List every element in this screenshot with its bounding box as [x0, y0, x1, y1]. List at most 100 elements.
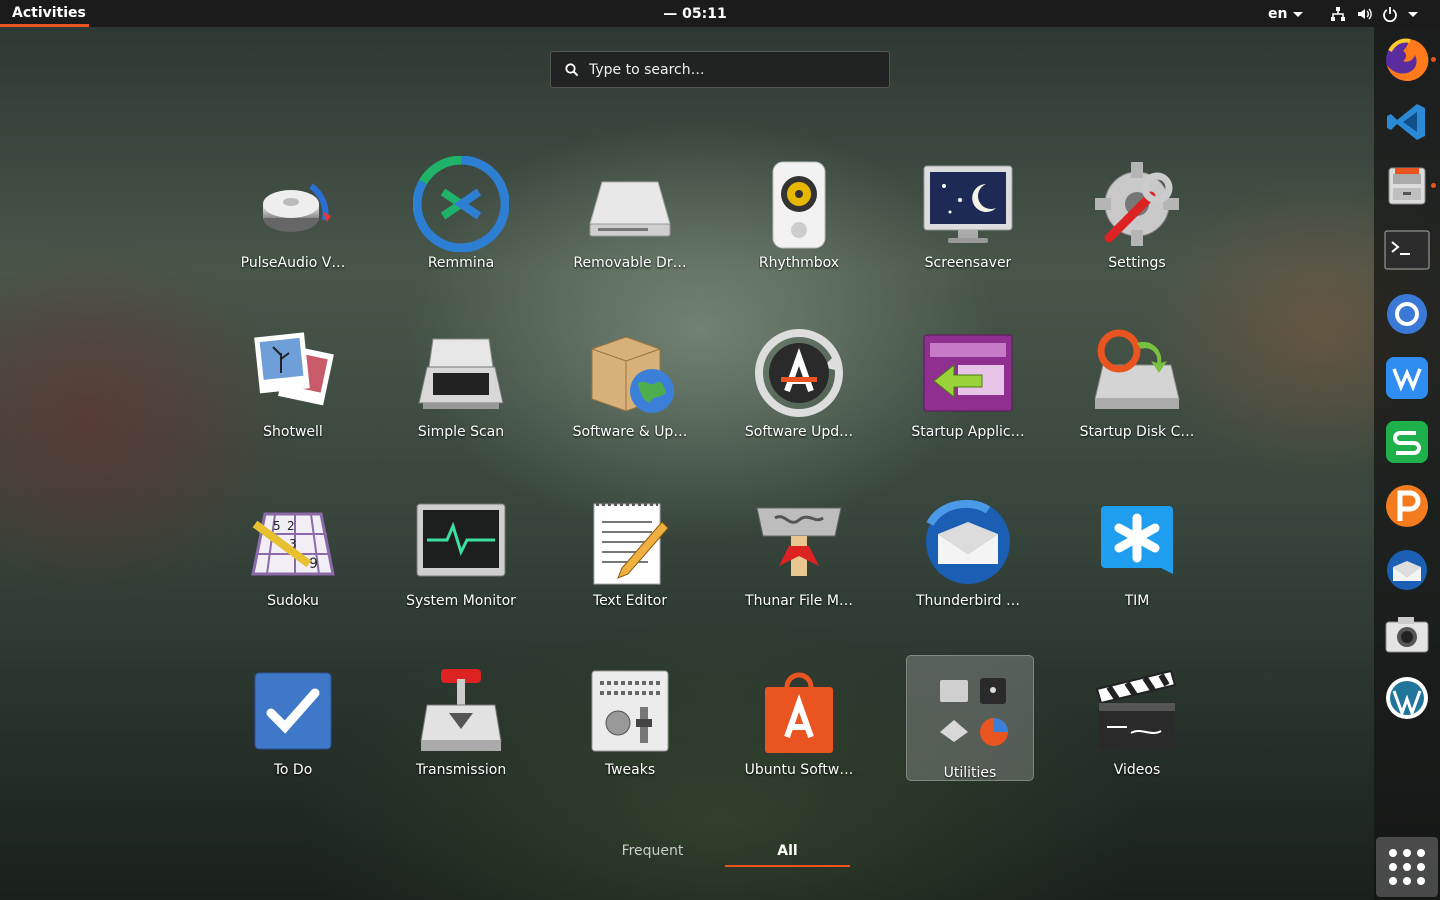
language-selector[interactable]: en [1268, 0, 1304, 27]
folder-icon [940, 678, 1008, 746]
app-software-updater[interactable]: Software Upd… [735, 315, 863, 441]
search-input[interactable] [589, 61, 859, 78]
app-label: Sudoku [267, 593, 319, 609]
startup-disk-icon [1094, 329, 1180, 409]
dock-item-chromium[interactable] [1382, 289, 1432, 339]
speaker-icon [772, 161, 826, 249]
app-label: To Do [273, 762, 313, 778]
terminal-icon [1384, 230, 1430, 270]
chevron-down-icon [1408, 11, 1418, 17]
file-cabinet-icon [1388, 167, 1426, 205]
svg-text:9: 9 [309, 556, 318, 572]
volume-icon [1358, 8, 1372, 20]
wps-spreadsheets-icon [1386, 421, 1428, 463]
app-videos[interactable]: Videos [1073, 653, 1201, 779]
app-simple-scan[interactable]: Simple Scan [397, 315, 525, 441]
app-ubuntu-software[interactable]: Ubuntu Softw… [735, 653, 863, 779]
app-label: Thunar File M… [745, 593, 853, 609]
svg-text:5: 5 [273, 519, 281, 533]
app-thunderbird[interactable]: Thunderbird … [904, 484, 1032, 610]
search-icon [565, 62, 579, 76]
chevron-down-icon [1293, 11, 1304, 17]
dock-item-files[interactable] [1382, 161, 1436, 211]
vscode-icon [1387, 104, 1425, 140]
app-label: Thunderbird … [915, 593, 1021, 609]
app-label: Settings [1108, 255, 1166, 271]
remmina-icon [413, 156, 509, 252]
search-box[interactable] [550, 51, 890, 88]
dock-item-wordpress[interactable] [1382, 673, 1432, 723]
view-switcher: Frequent All [590, 835, 850, 867]
firefox-icon [1386, 38, 1429, 81]
app-startup-disk-creator[interactable]: Startup Disk C… [1073, 315, 1201, 441]
wps-presentation-icon [1386, 485, 1428, 527]
dock-item-vscode[interactable] [1382, 97, 1432, 147]
app-tweaks[interactable]: Tweaks [566, 653, 694, 779]
app-label: Shotwell [263, 424, 323, 440]
thunar-icon [756, 507, 842, 576]
drive-icon [589, 181, 671, 237]
app-label: PulseAudio V… [240, 255, 346, 271]
app-label: Software Upd… [744, 424, 854, 440]
app-label: Startup Disk C… [1079, 424, 1195, 440]
app-label: Utilities [943, 765, 997, 780]
top-bar: Activities — 05:11 en [0, 0, 1440, 27]
app-label: Screensaver [924, 255, 1012, 271]
app-screensaver[interactable]: Screensaver [904, 146, 1032, 272]
app-startup-applications[interactable]: Startup Applic… [904, 315, 1032, 441]
dock [1374, 27, 1440, 900]
package-globe-icon [591, 336, 674, 413]
thunderbird-icon [1387, 550, 1427, 590]
dock-item-wps-spreadsheets[interactable] [1382, 417, 1432, 467]
system-menu[interactable] [1330, 4, 1418, 24]
app-removable-drive[interactable]: Removable Dr… [566, 146, 694, 272]
running-indicator [1431, 183, 1436, 188]
dock-item-thunderbird[interactable] [1382, 545, 1432, 595]
clock[interactable]: — 05:11 [0, 0, 1390, 27]
volume-knob-icon [263, 183, 331, 232]
app-thunar[interactable]: Thunar File M… [735, 484, 863, 610]
sudoku-icon: 5 239 [251, 512, 335, 576]
dock-item-wps-presentation[interactable] [1382, 481, 1432, 531]
app-settings[interactable]: Settings [1073, 146, 1201, 272]
dock-item-firefox[interactable] [1382, 35, 1436, 85]
app-label: Simple Scan [417, 424, 505, 440]
app-label: Tweaks [604, 762, 656, 778]
wordpress-icon [1386, 677, 1428, 719]
tab-frequent[interactable]: Frequent [590, 835, 715, 867]
app-pulseaudio[interactable]: PulseAudio V… [229, 146, 357, 272]
tab-all[interactable]: All [725, 835, 850, 867]
monitor-moon-icon [923, 165, 1013, 243]
app-label: Videos [1113, 762, 1161, 778]
app-label: Software & Up… [572, 424, 688, 440]
app-system-monitor[interactable]: System Monitor [397, 484, 525, 610]
app-text-editor[interactable]: Text Editor [566, 484, 694, 610]
network-icon [1331, 7, 1345, 21]
app-label: Rhythmbox [758, 255, 840, 271]
app-shotwell[interactable]: Shotwell [229, 315, 357, 441]
app-label: Removable Dr… [573, 255, 687, 271]
app-label: TIM [1124, 593, 1150, 609]
app-label: System Monitor [406, 593, 516, 609]
dock-item-cheese[interactable] [1382, 609, 1432, 659]
gear-wrench-icon [1095, 162, 1179, 246]
checkbox-icon [254, 672, 332, 750]
app-transmission[interactable]: Transmission [397, 653, 525, 779]
transmission-icon [420, 669, 502, 751]
app-todo[interactable]: To Do [229, 653, 357, 779]
app-rhythmbox[interactable]: Rhythmbox [735, 146, 863, 272]
app-remmina[interactable]: Remmina [397, 146, 525, 272]
dock-item-terminal[interactable] [1382, 225, 1432, 275]
show-applications-button[interactable] [1376, 837, 1438, 897]
dock-item-wps-writer[interactable] [1382, 353, 1432, 403]
updater-icon [755, 329, 843, 417]
language-label: en [1268, 6, 1288, 22]
power-icon [1383, 7, 1397, 22]
photos-icon [254, 332, 334, 406]
app-tim[interactable]: TIM [1073, 484, 1201, 610]
app-label: Text Editor [592, 593, 668, 609]
shopping-bag-icon [765, 672, 833, 753]
app-sudoku[interactable]: 5239 Sudoku [229, 484, 357, 610]
app-software-updates[interactable]: Software & Up… [566, 315, 694, 441]
app-folder-utilities[interactable]: Utilities [906, 655, 1034, 781]
